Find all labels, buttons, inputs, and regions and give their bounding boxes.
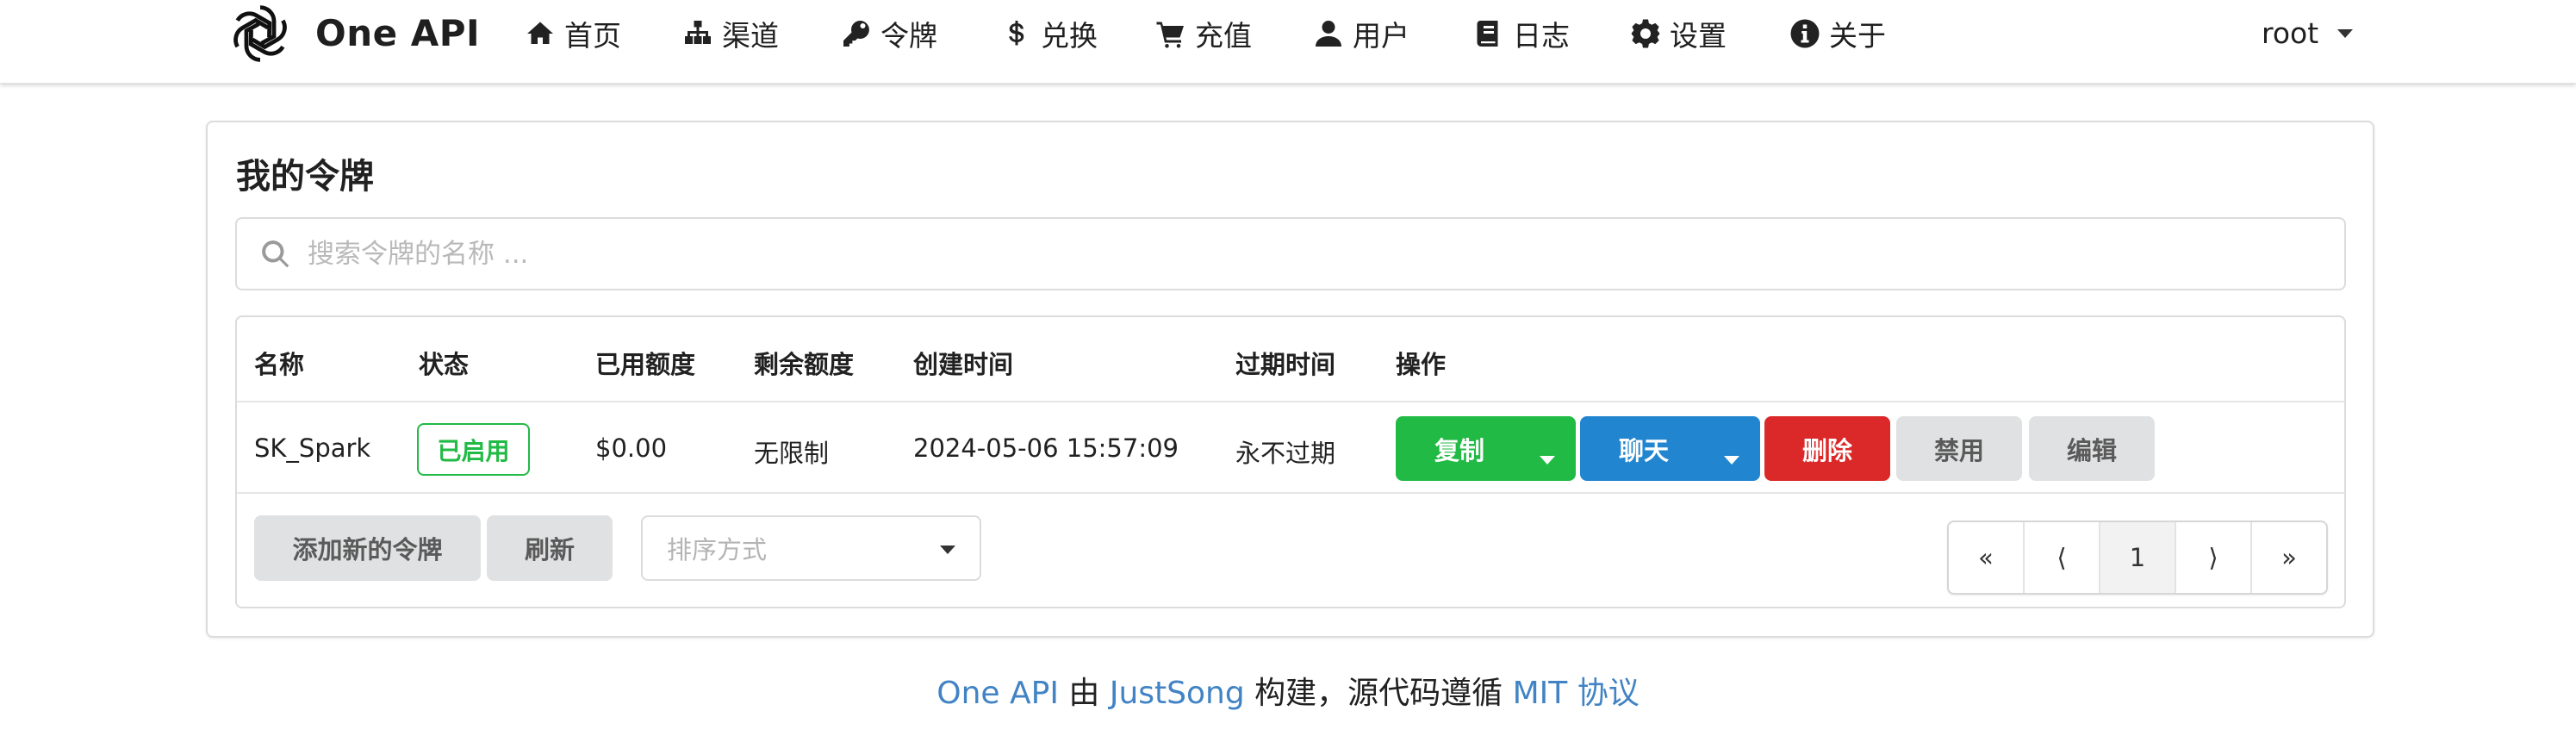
edit-button[interactable]: 编辑: [2029, 416, 2155, 481]
nav-label: 用户: [1353, 18, 1409, 53]
nav-label: 充值: [1195, 18, 1252, 53]
footer-text-by: 由: [1058, 676, 1110, 711]
sitemap-icon: [685, 20, 711, 44]
project-link[interactable]: One API: [936, 676, 1059, 711]
search-box: [235, 217, 2346, 290]
status-badge: 已启用: [417, 423, 530, 476]
nav-label: 令牌: [880, 18, 937, 53]
table-header: 名称 状态 已用额度 剩余额度 创建时间 过期时间 操作: [237, 317, 2344, 402]
tokens-table: 名称 状态 已用额度 剩余额度 创建时间 过期时间 操作 SK_Spark 已启…: [235, 315, 2346, 608]
expire-time: 永不过期: [1235, 439, 1336, 468]
page-title: 我的令牌: [236, 157, 374, 196]
page-footer: One API 由 JustSong 构建，源代码遵循 MIT 协议: [0, 668, 2576, 713]
column-header-expire-time[interactable]: 过期时间: [1235, 345, 1335, 381]
nav-item-logs[interactable]: 日志: [1473, 0, 1570, 66]
column-header-status[interactable]: 状态: [419, 345, 469, 381]
chevron-down-icon: [2337, 28, 2354, 38]
nav-item-home[interactable]: 首页: [525, 0, 621, 66]
pagination: « ⟨ 1 ⟩ »: [1947, 521, 2328, 595]
pagination-prev[interactable]: ⟨: [2025, 522, 2100, 593]
book-icon: [1477, 20, 1498, 47]
column-header-remaining-quota[interactable]: 剩余额度: [754, 345, 854, 381]
nav-item-users[interactable]: 用户: [1313, 0, 1409, 66]
nav-item-topup[interactable]: 充值: [1155, 0, 1252, 66]
chevron-down-icon[interactable]: [1724, 456, 1739, 465]
search-input[interactable]: [306, 228, 2322, 281]
nav-label: 关于: [1829, 18, 1886, 53]
search-icon: [262, 240, 289, 268]
chat-split-button[interactable]: 聊天: [1580, 416, 1760, 481]
column-header-created-time[interactable]: 创建时间: [913, 345, 1013, 381]
pagination-page-current[interactable]: 1: [2100, 522, 2176, 593]
nav-label: 首页: [564, 18, 621, 53]
home-icon: [527, 22, 553, 44]
openai-logo-icon: [233, 4, 287, 62]
copy-split-button[interactable]: 复制: [1396, 416, 1576, 481]
nav-item-about[interactable]: 关于: [1789, 0, 1886, 66]
sort-select[interactable]: 排序方式: [641, 515, 981, 581]
user-menu[interactable]: root: [2262, 0, 2354, 66]
nav-label: 日志: [1513, 18, 1570, 53]
nav-label: 渠道: [722, 18, 779, 53]
disable-button[interactable]: 禁用: [1896, 416, 2022, 481]
info-circle-icon: [1790, 19, 1820, 47]
license-link[interactable]: MIT 协议: [1513, 676, 1640, 711]
tokens-card: 我的令牌 名称 状态 已用额度 剩余额度 创建时间 过期时间 操作 SK_Spa…: [206, 121, 2374, 638]
delete-button[interactable]: 删除: [1764, 416, 1890, 481]
nav-item-tokens[interactable]: 令牌: [841, 0, 937, 66]
sort-select-placeholder: 排序方式: [667, 535, 768, 564]
used-quota: $0.00: [595, 433, 668, 463]
created-time: 2024-05-06 15:57:09: [913, 433, 1179, 463]
add-token-button[interactable]: 添加新的令牌: [254, 515, 481, 581]
nav-item-channels[interactable]: 渠道: [682, 0, 779, 66]
chevron-down-icon[interactable]: [1540, 456, 1555, 465]
user-icon: [1316, 20, 1341, 47]
author-link[interactable]: JustSong: [1110, 676, 1245, 711]
key-icon: [843, 20, 869, 47]
dollar-icon: [1009, 20, 1024, 45]
token-name: SK_Spark: [254, 433, 371, 463]
nav-label: 兑换: [1041, 18, 1098, 53]
footer-text-middle: 构建，源代码遵循: [1244, 676, 1513, 711]
brand-name: One API: [315, 12, 481, 54]
column-header-name[interactable]: 名称: [254, 345, 304, 381]
user-name: root: [2262, 16, 2319, 50]
column-header-actions: 操作: [1396, 350, 1447, 379]
gear-icon: [1631, 19, 1660, 47]
pagination-next[interactable]: ⟩: [2176, 522, 2252, 593]
cart-icon: [1156, 22, 1184, 47]
copy-button-label[interactable]: 复制: [1396, 416, 1523, 481]
pagination-first[interactable]: «: [1949, 522, 2025, 593]
remaining-quota: 无限制: [754, 439, 830, 468]
nav-item-settings[interactable]: 设置: [1630, 0, 1727, 66]
column-header-used-quota[interactable]: 已用额度: [595, 345, 695, 381]
nav-item-redeem[interactable]: 兑换: [1001, 0, 1098, 66]
top-navbar: One API 首页 渠道 令牌 兑换 充值 用户 日志 设置 关于 root: [0, 0, 2576, 84]
nav-label: 设置: [1670, 18, 1727, 53]
pagination-last[interactable]: »: [2252, 522, 2326, 593]
chevron-down-icon: [940, 546, 955, 554]
table-row: SK_Spark 已启用 $0.00 无限制 2024-05-06 15:57:…: [237, 402, 2344, 494]
refresh-button[interactable]: 刷新: [487, 515, 613, 581]
chat-button-label[interactable]: 聊天: [1580, 416, 1708, 481]
brand[interactable]: One API: [226, 0, 480, 66]
